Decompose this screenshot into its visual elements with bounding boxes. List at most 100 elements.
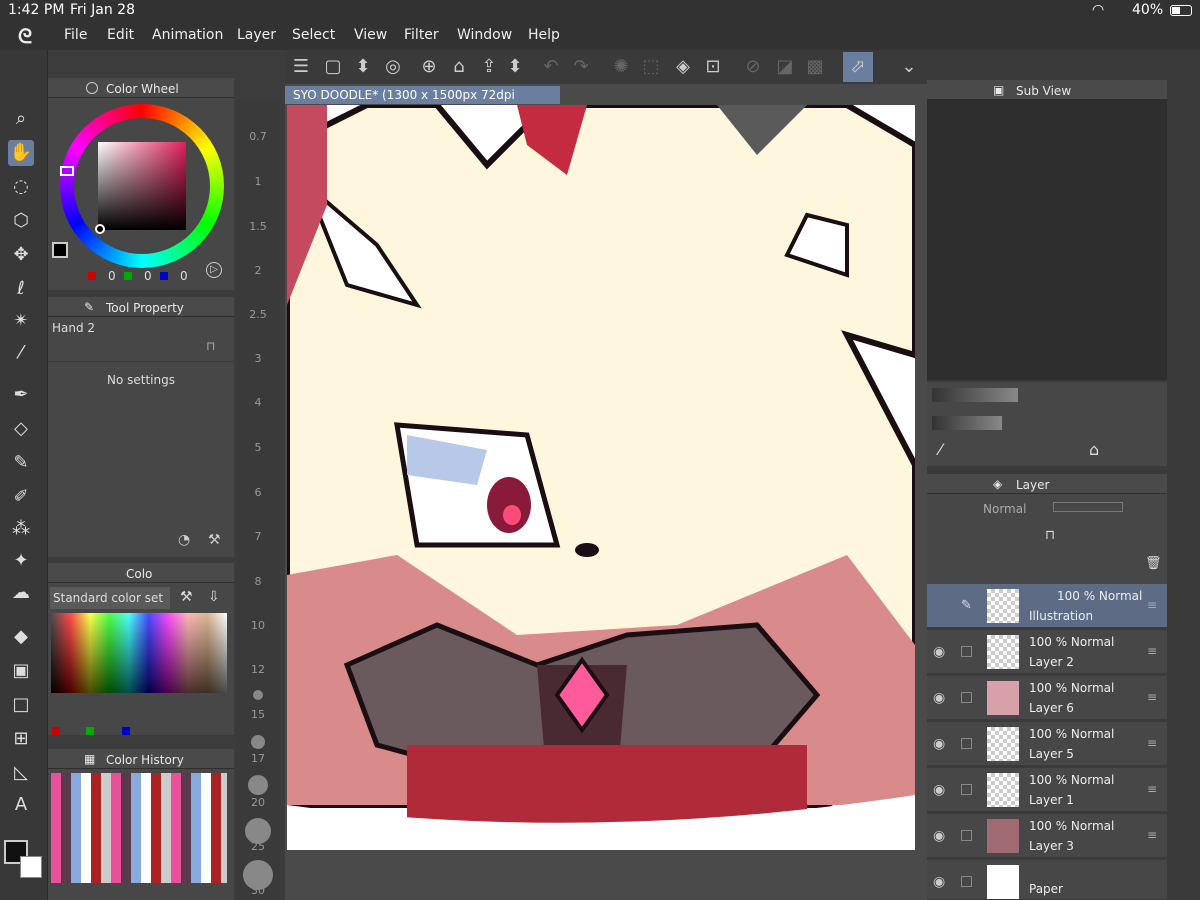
magic-wand-icon[interactable]: ✴ (8, 308, 34, 334)
layer-checkbox[interactable] (961, 738, 972, 749)
menu-layer[interactable]: Layer (237, 27, 276, 43)
brush-size-label[interactable]: 1 (236, 175, 280, 188)
transform-icon[interactable]: ⬍ (351, 55, 375, 79)
brush-size-label[interactable]: 7 (236, 530, 280, 543)
transform-select-icon[interactable]: ⊡ (701, 55, 725, 79)
brush-size-label[interactable]: 12 (236, 663, 280, 676)
layer-row[interactable]: ◉ 100 % Normal Layer 6 ≡ (927, 676, 1167, 720)
color-marker[interactable] (95, 224, 105, 234)
deselect-icon[interactable]: ⊘ (741, 55, 765, 79)
layer-row[interactable]: ◉ 100 % Normal Layer 5 ≡ (927, 722, 1167, 766)
blend-tool-icon[interactable]: ✦ (8, 548, 34, 574)
fill-icon[interactable]: ◈ (671, 55, 695, 79)
text-tool-icon[interactable]: A (8, 792, 34, 818)
zoom-slider[interactable] (932, 388, 1018, 402)
select-all-icon[interactable]: ⬚ (639, 55, 663, 79)
brush-size-label[interactable]: 6 (236, 486, 280, 499)
eraser-tool-icon[interactable]: ◇ (8, 416, 34, 442)
menu-animation[interactable]: Animation (152, 27, 223, 43)
object-tool-icon[interactable]: ⬡ (8, 208, 34, 234)
menu-file[interactable]: File (64, 27, 87, 43)
brush-size-label[interactable]: 0.7 (236, 130, 280, 143)
lasso-select-tool-icon[interactable]: ◌ (8, 174, 34, 200)
color-set-wrench-icon[interactable]: ⚒ (180, 589, 193, 605)
lasso-tool-icon[interactable]: ℓ (8, 276, 34, 302)
drag-handle-icon[interactable]: ≡ (1147, 690, 1157, 704)
folder-icon[interactable]: ⌂ (1089, 440, 1099, 459)
menu-icon[interactable]: ☰ (289, 55, 313, 79)
layer-row[interactable]: ◉ Paper (927, 860, 1167, 900)
blend-mode-select[interactable]: Normal (983, 502, 1026, 516)
ruler-tool-icon[interactable]: ◺ (8, 760, 34, 786)
sub-color-swatch[interactable] (20, 856, 42, 878)
eyedropper-icon[interactable]: ⁄ (939, 440, 942, 459)
redo-icon[interactable]: ↷ (569, 55, 593, 79)
wrench-icon[interactable]: ⚒ (208, 532, 221, 548)
menu-edit[interactable]: Edit (107, 27, 134, 43)
drag-handle-icon[interactable]: ≡ (1147, 736, 1157, 750)
airbrush-tool-icon[interactable]: ☁ (8, 580, 34, 606)
menu-help[interactable]: Help (528, 27, 560, 43)
brush-tool-icon[interactable]: ✐ (8, 484, 34, 510)
delete-layer-icon[interactable]: 🗑 (1145, 556, 1162, 571)
selection-launcher-icon[interactable]: ⬀ (843, 52, 873, 82)
brush-size-label[interactable]: 20 (236, 796, 280, 809)
brush-size-label[interactable]: 8 (236, 575, 280, 588)
swatch-blue[interactable] (122, 727, 130, 735)
new-canvas-icon[interactable]: ⊕ (417, 55, 441, 79)
decoration-tool-icon[interactable]: ⁂ (8, 516, 34, 542)
gradient-tool-icon[interactable]: ▣ (8, 658, 34, 684)
eye-icon[interactable]: ◉ (933, 644, 945, 660)
swatch-green[interactable] (86, 727, 94, 735)
drawing-canvas[interactable] (287, 105, 915, 850)
layer-checkbox[interactable] (961, 830, 972, 841)
undo-icon[interactable]: ↶ (539, 55, 563, 79)
color-set-import-icon[interactable]: ⇩ (208, 589, 220, 605)
brush-size-label[interactable]: 5 (236, 441, 280, 454)
export-icon[interactable]: ⇪ (477, 55, 501, 79)
fill-tool-icon[interactable]: ◆ (8, 624, 34, 650)
menu-filter[interactable]: Filter (404, 27, 439, 43)
saturation-value-square[interactable] (98, 142, 186, 230)
drag-handle-icon[interactable]: ≡ (1147, 782, 1157, 796)
new-icon[interactable]: ▢ (321, 55, 345, 79)
figure-tool-icon[interactable]: □ (8, 692, 34, 718)
drag-handle-icon[interactable]: ≡ (1147, 644, 1157, 658)
brush-size-label[interactable]: 15 (236, 708, 280, 721)
sub-view-panel[interactable] (927, 100, 1167, 380)
menu-window[interactable]: Window (457, 27, 512, 43)
settings-dial-icon[interactable]: ◔ (178, 532, 190, 548)
document-tab[interactable]: SYO DOODLE* (1300 x 1500px 72dpi 178.4%) (285, 86, 560, 120)
current-main-color[interactable] (52, 242, 68, 258)
layer-checkbox[interactable] (961, 784, 972, 795)
color-history-grid[interactable] (51, 773, 227, 883)
drag-handle-icon[interactable]: ≡ (1147, 598, 1157, 612)
rotate-slider[interactable] (932, 416, 1002, 430)
drag-handle-icon[interactable]: ≡ (1147, 828, 1157, 842)
opacity-slider[interactable] (1053, 502, 1123, 512)
layer-row[interactable]: ◉ 100 % Normal Layer 1 ≡ (927, 768, 1167, 812)
loading-icon[interactable]: ✺ (609, 55, 633, 79)
brush-size-label[interactable]: 1.5 (236, 220, 280, 233)
layer-checkbox[interactable] (961, 876, 972, 887)
layer-checkbox[interactable] (961, 646, 972, 657)
move-tool-icon[interactable]: ✥ (8, 242, 34, 268)
layer-row[interactable]: ✎ 100 % Normal Illustration ≡ (927, 584, 1167, 628)
color-mode-icon[interactable]: ▷ (206, 262, 222, 278)
stabilizer-icon[interactable]: ◎ (381, 55, 405, 79)
color-set-dropdown[interactable]: Standard color set (50, 587, 170, 609)
layer-row[interactable]: ◉ 100 % Normal Layer 2 ≡ (927, 630, 1167, 674)
layer-checkbox[interactable] (961, 692, 972, 703)
eye-icon[interactable]: ◉ (933, 736, 945, 752)
pen-tool-icon[interactable]: ✒ (8, 382, 34, 408)
app-logo-icon[interactable]: ᘓ (18, 24, 32, 48)
eye-icon[interactable]: ◉ (933, 874, 945, 890)
menu-select[interactable]: Select (292, 27, 335, 43)
brush-size-label[interactable]: 10 (236, 619, 280, 632)
menu-view[interactable]: View (354, 27, 387, 43)
open-icon[interactable]: ⌂ (447, 55, 471, 79)
brush-size-label[interactable]: 3 (236, 352, 280, 365)
swatch-red[interactable] (52, 727, 60, 735)
brush-size-label[interactable]: 17 (236, 752, 280, 765)
brush-size-label[interactable]: 2.5 (236, 308, 280, 321)
